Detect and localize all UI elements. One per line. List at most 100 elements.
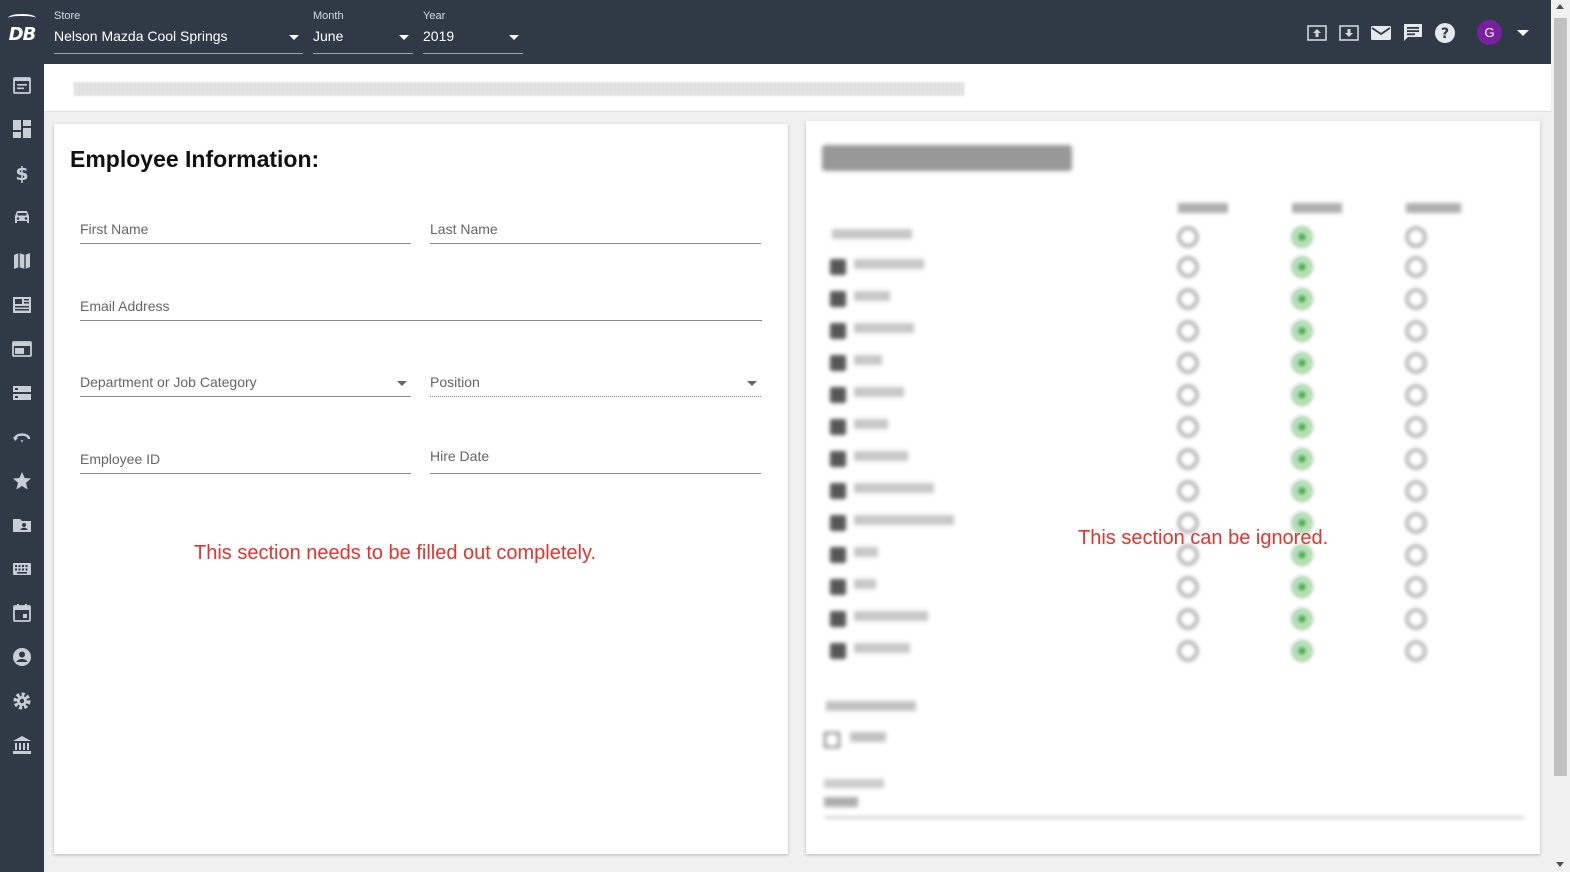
sensitive-radio [1406,513,1426,533]
blurred-landing-value [824,797,858,807]
employee-permissions-panel: This section can be ignored. [806,121,1540,854]
svg-text:$: $ [15,163,28,183]
year-select[interactable]: Year 2019 [423,0,523,54]
blurred-permission-icon [830,419,846,435]
logo-arc [8,14,36,22]
allowed-radio [1292,227,1312,247]
allowed-radio [1292,609,1312,629]
sensitive-radio [1406,545,1426,565]
sensitive-radio [1406,321,1426,341]
allowed-radio [1292,353,1312,373]
allowed-radio [1292,289,1312,309]
sensitive-radio [1406,385,1426,405]
keyboard-icon[interactable] [11,558,33,580]
hire-date-label: Hire Date [430,448,490,464]
sensitive-radio [1406,227,1426,247]
top-bar: DB Store Nelson Mazda Cool Springs Month… [0,0,1551,64]
car-icon[interactable] [11,206,33,228]
employee-id-label: Employee ID [80,451,161,467]
download-icon[interactable] [1338,22,1360,44]
chevron-down-icon [289,35,299,40]
blocked-radio [1178,257,1198,277]
help-icon[interactable]: ? [1434,22,1456,44]
svg-text:?: ? [1441,26,1449,42]
sensitive-radio [1406,449,1426,469]
store-select-value: Nelson Mazda Cool Springs [54,28,228,44]
year-select-label: Year [423,10,446,22]
blurred-checkbox-label [850,732,886,742]
blurred-permission-label [854,547,878,557]
store-select[interactable]: Store Nelson Mazda Cool Springs [54,0,303,54]
blocked-radio [1178,385,1198,405]
permission-row [806,607,1540,637]
map-icon[interactable] [11,250,33,272]
blurred-permission-label [854,419,888,429]
blurred-checkbox [824,732,840,748]
sensitive-radio [1406,257,1426,277]
chat-icon[interactable] [1402,22,1424,44]
blocked-radio [1178,577,1198,597]
sidebar: $ [0,64,44,872]
mail-icon[interactable] [1370,22,1392,44]
last-name-field[interactable]: Last Name [430,204,761,244]
user-menu-chevron-icon[interactable] [1517,30,1529,36]
gear-icon[interactable] [11,690,33,712]
blocked-radio [1178,641,1198,661]
allowed-radio [1292,385,1312,405]
sensitive-radio [1406,577,1426,597]
blurred-column-head [1178,203,1228,213]
app-logo[interactable]: DB [0,0,44,64]
blurred-permissions-content [806,121,1540,854]
blurred-permission-label [854,483,934,493]
blurred-permission-label [854,451,908,461]
blurred-permission-label [854,643,910,653]
permission-row [806,287,1540,317]
chevron-down-icon [509,35,519,40]
logo-text: DB [8,23,37,45]
star-icon[interactable] [11,470,33,492]
first-name-label: First Name [80,221,149,237]
department-select[interactable]: Department or Job Category [80,357,411,397]
avatar-initial: G [1484,25,1495,40]
email-field[interactable]: Email Address [80,281,762,321]
scrollbar-thumb[interactable] [1554,18,1567,776]
blurred-permission-icon [830,291,846,307]
last-name-label: Last Name [430,221,498,237]
calendar-note-icon[interactable] [11,74,33,96]
permission-row [806,479,1540,509]
page-scrollbar[interactable] [1551,0,1570,872]
employee-id-field[interactable]: Employee ID [80,434,411,474]
hire-date-field[interactable]: Hire Date [430,434,761,474]
bank-icon[interactable] [11,734,33,756]
blurred-permission-label [854,579,876,589]
blurred-permission-icon [830,483,846,499]
event-icon[interactable] [11,602,33,624]
position-select: Position [430,357,761,397]
rotate-icon[interactable] [11,426,33,448]
scroll-down-arrow-icon[interactable] [1556,862,1564,867]
blurred-permission-label [854,355,882,365]
dollar-icon[interactable]: $ [11,162,33,184]
month-select[interactable]: Month June [313,0,413,54]
position-label: Position [430,374,480,390]
sensitive-radio [1406,481,1426,501]
dashboard-icon[interactable] [11,118,33,140]
permission-row [806,639,1540,669]
blurred-permission-icon [830,323,846,339]
storage-icon[interactable] [11,382,33,404]
ignore-note: This section can be ignored. [1078,527,1329,549]
avatar[interactable]: G [1477,20,1502,45]
newspaper-icon[interactable] [11,294,33,316]
account-circle-icon[interactable] [11,646,33,668]
blocked-radio [1178,449,1198,469]
scroll-up-arrow-icon[interactable] [1556,4,1564,9]
chevron-down-icon [399,35,409,40]
sensitive-radio [1406,353,1426,373]
sensitive-radio [1406,641,1426,661]
contact-folder-icon[interactable] [11,514,33,536]
first-name-field[interactable]: First Name [80,204,411,244]
web-icon[interactable] [11,338,33,360]
panel-title: Employee Information: [70,146,320,172]
blurred-permission-icon [830,547,846,563]
upload-icon[interactable] [1306,22,1328,44]
